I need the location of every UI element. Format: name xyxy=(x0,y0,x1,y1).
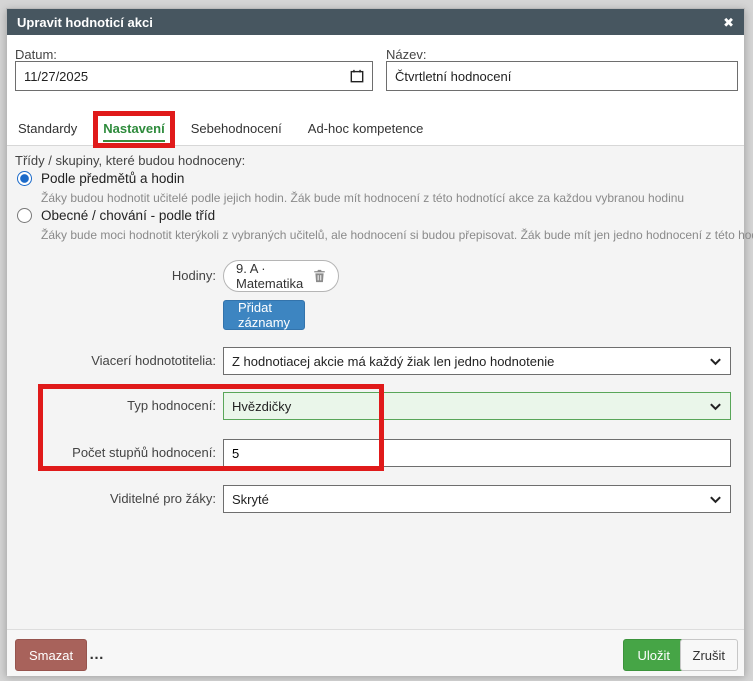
calendar-icon[interactable] xyxy=(350,69,364,83)
radio-by-subjects-description: Žáky budou hodnotit učitelé podle jejich… xyxy=(41,191,684,205)
name-label: Název: xyxy=(386,47,426,62)
hours-chip[interactable]: 9. A · Matematika xyxy=(223,260,339,292)
radio-selected-icon[interactable] xyxy=(17,171,32,186)
tab-adhoc-kompetence[interactable]: Ad-hoc kompetence xyxy=(304,113,428,146)
multi-evaluators-select[interactable]: Z hodnotiacej akcie má každý žiak len je… xyxy=(223,347,731,375)
hours-label: Hodiny: xyxy=(15,260,216,292)
tab-sebehodnoceni[interactable]: Sebehodnocení xyxy=(187,113,286,146)
dialog-titlebar: Upravit hodnoticí akci ✖ xyxy=(7,9,744,35)
chevron-down-icon xyxy=(709,400,722,413)
section-label: Třídy / skupiny, které budou hodnoceny: xyxy=(15,153,245,168)
multi-evaluators-label: Viacerí hodnototitelia: xyxy=(15,347,216,375)
tab-nastaveni[interactable]: Nastavení xyxy=(99,113,168,146)
rating-type-select[interactable]: Hvězdičky xyxy=(223,392,731,420)
dialog-title: Upravit hodnoticí akci xyxy=(17,15,153,30)
rating-type-label: Typ hodnocení: xyxy=(15,392,216,420)
trash-icon[interactable] xyxy=(313,269,326,283)
date-input[interactable] xyxy=(16,62,350,90)
visibility-select[interactable]: Skryté xyxy=(223,485,731,513)
radio-by-subjects[interactable]: Podle předmětů a hodin xyxy=(17,171,184,186)
chevron-down-icon xyxy=(709,493,722,506)
radio-general-behavior[interactable]: Obecné / chování - podle tříd xyxy=(17,208,215,223)
dialog-footer: Smazat … Uložit Zrušit xyxy=(7,629,744,676)
tab-bar: Standardy Nastavení Sebehodnocení Ad-hoc… xyxy=(14,113,445,146)
page-background: Upravit hodnoticí akci ✖ Datum: Název: S… xyxy=(0,0,753,681)
tab-standardy[interactable]: Standardy xyxy=(14,113,81,146)
more-options-button[interactable]: … xyxy=(89,638,105,670)
rating-levels-input[interactable] xyxy=(224,440,730,466)
close-icon[interactable]: ✖ xyxy=(723,16,734,29)
delete-button[interactable]: Smazat xyxy=(15,639,87,671)
radio-unselected-icon[interactable] xyxy=(17,208,32,223)
active-tab-underline xyxy=(103,140,164,142)
edit-rating-action-dialog: Upravit hodnoticí akci ✖ Datum: Název: S… xyxy=(6,8,745,675)
visibility-label: Viditelné pro žáky: xyxy=(15,485,216,513)
date-label: Datum: xyxy=(15,47,57,62)
save-button[interactable]: Uložit xyxy=(623,639,684,671)
name-input[interactable] xyxy=(387,62,737,90)
name-field[interactable] xyxy=(386,61,738,91)
date-field[interactable] xyxy=(15,61,373,91)
rating-levels-field[interactable] xyxy=(223,439,731,467)
cancel-button[interactable]: Zrušit xyxy=(680,639,739,671)
chevron-down-icon xyxy=(709,355,722,368)
tab-content: Třídy / skupiny, které budou hodnoceny: … xyxy=(7,145,744,629)
add-records-button[interactable]: Přidat záznamy xyxy=(223,300,305,330)
radio-general-behavior-description: Žáky bude moci hodnotit kterýkoli z vybr… xyxy=(41,228,753,242)
rating-levels-label: Počet stupňů hodnocení: xyxy=(15,439,216,467)
